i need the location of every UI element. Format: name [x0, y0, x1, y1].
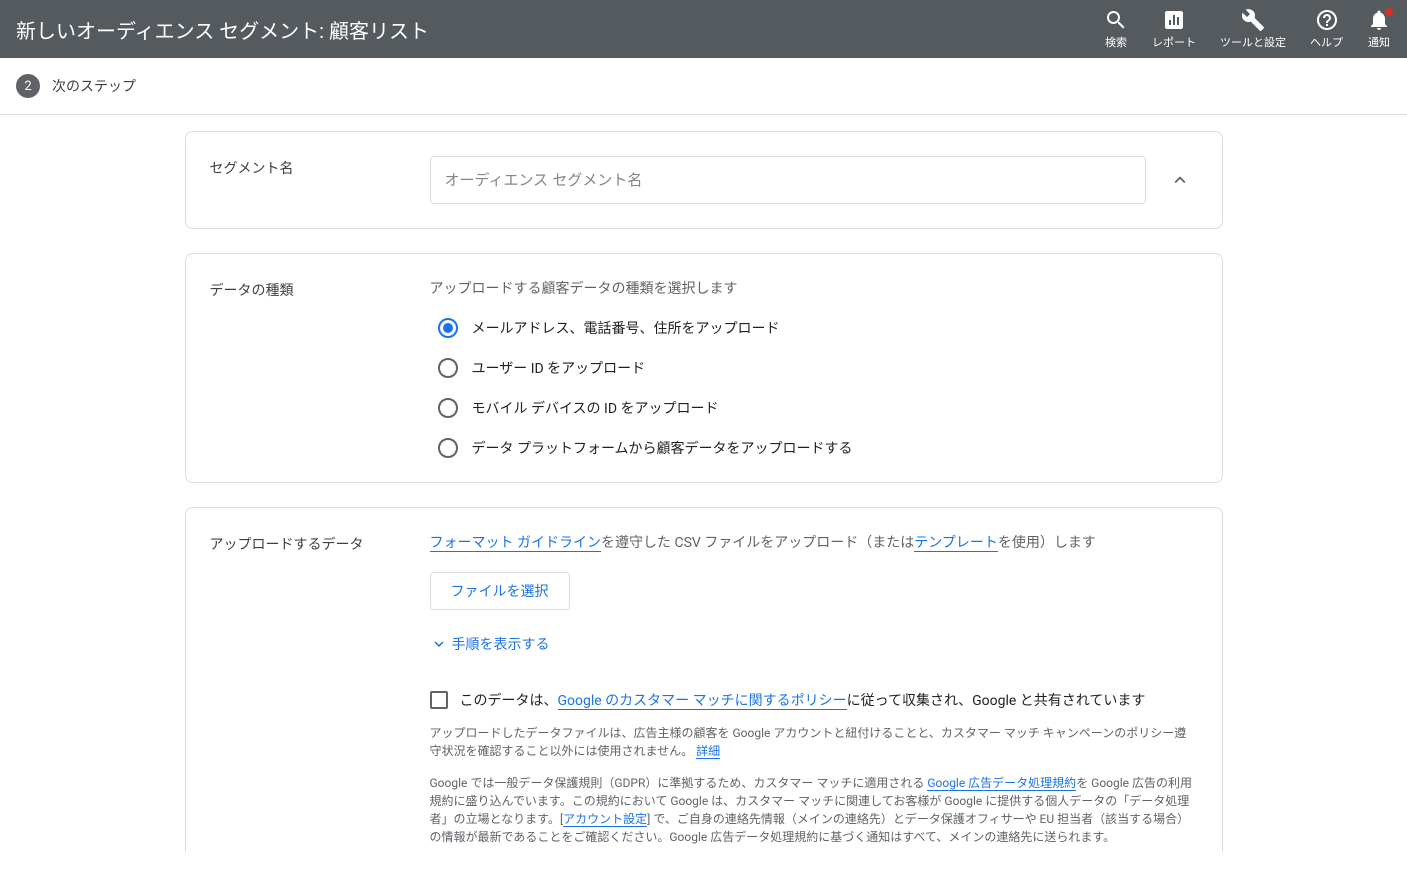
card-data-type: データの種類 アップロードする顧客データの種類を選択します メールアドレス、電話… — [185, 253, 1223, 483]
upload-description: フォーマット ガイドラインを遵守した CSV ファイルをアップロード（またはテン… — [430, 532, 1198, 552]
radio-icon — [438, 318, 458, 338]
header-action-label: 検索 — [1105, 34, 1127, 50]
chevron-down-icon — [430, 635, 448, 653]
tools-icon — [1241, 8, 1265, 32]
segment-name-label: セグメント名 — [210, 156, 430, 204]
show-steps-toggle[interactable]: 手順を表示する — [430, 634, 1198, 654]
card-segment-name: セグメント名 — [185, 131, 1223, 229]
upload-data-label: アップロードするデータ — [210, 532, 430, 846]
radio-option-user-id[interactable]: ユーザー ID をアップロード — [438, 358, 1198, 378]
data-type-radio-group: メールアドレス、電話番号、住所をアップロード ユーザー ID をアップロード モ… — [430, 318, 1198, 458]
header-action-label: レポート — [1152, 34, 1196, 50]
radio-label: ユーザー ID をアップロード — [472, 358, 646, 378]
policy-checkbox[interactable] — [430, 691, 448, 709]
radio-option-contact-info[interactable]: メールアドレス、電話番号、住所をアップロード — [438, 318, 1198, 338]
template-link[interactable]: テンプレート — [914, 535, 998, 552]
radio-label: データ プラットフォームから顧客データをアップロードする — [472, 438, 853, 458]
header-action-search[interactable]: 検索 — [1104, 8, 1128, 50]
help-icon — [1315, 8, 1339, 32]
chevron-up-icon — [1169, 169, 1191, 191]
fine-print-1: アップロードしたデータファイルは、広告主様の顧客を Google アカウントと紐… — [430, 724, 1198, 760]
header-action-label: 通知 — [1368, 34, 1390, 50]
account-settings-link[interactable]: アカウント設定 — [563, 812, 647, 827]
header-action-label: ヘルプ — [1310, 34, 1343, 50]
page-title: 新しいオーディエンス セグメント: 顧客リスト — [16, 15, 429, 44]
app-header: 新しいオーディエンス セグメント: 顧客リスト 検索 レポート ツールと設定 ヘ… — [0, 0, 1407, 58]
policy-checkbox-label: このデータは、Google のカスタマー マッチに関するポリシーに従って収集され… — [460, 690, 1146, 710]
header-action-tools[interactable]: ツールと設定 — [1220, 8, 1286, 50]
step-label: 次のステップ — [52, 76, 136, 96]
data-processing-terms-link[interactable]: Google 広告データ処理規約 — [927, 776, 1076, 791]
choose-file-button[interactable]: ファイルを選択 — [430, 572, 570, 610]
notification-badge — [1383, 6, 1395, 18]
radio-icon — [438, 398, 458, 418]
policy-checkbox-row: このデータは、Google のカスタマー マッチに関するポリシーに従って収集され… — [430, 690, 1198, 710]
radio-icon — [438, 358, 458, 378]
step-number-badge: 2 — [16, 74, 40, 98]
data-type-label: データの種類 — [210, 278, 430, 458]
header-action-label: ツールと設定 — [1220, 34, 1286, 50]
segment-name-input[interactable] — [430, 156, 1146, 204]
header-action-help[interactable]: ヘルプ — [1310, 8, 1343, 50]
fine-print-2: Google では一般データ保護規則（GDPR）に準拠するため、カスタマー マッ… — [430, 774, 1198, 846]
customer-match-policy-link[interactable]: Google のカスタマー マッチに関するポリシー — [558, 693, 847, 710]
learn-more-link[interactable]: 詳細 — [696, 744, 720, 759]
data-type-subtitle: アップロードする顧客データの種類を選択します — [430, 278, 1198, 298]
report-icon — [1162, 8, 1186, 32]
header-action-notifications[interactable]: 通知 — [1367, 8, 1391, 50]
radio-label: メールアドレス、電話番号、住所をアップロード — [472, 318, 780, 338]
radio-icon — [438, 438, 458, 458]
radio-label: モバイル デバイスの ID をアップロード — [472, 398, 719, 418]
radio-option-data-platform[interactable]: データ プラットフォームから顧客データをアップロードする — [438, 438, 1198, 458]
card-upload-data: アップロードするデータ フォーマット ガイドラインを遵守した CSV ファイルを… — [185, 507, 1223, 852]
radio-option-mobile-id[interactable]: モバイル デバイスの ID をアップロード — [438, 398, 1198, 418]
header-actions: 検索 レポート ツールと設定 ヘルプ 通知 — [1104, 8, 1391, 50]
wizard-step-bar: 2 次のステップ — [0, 58, 1407, 115]
show-steps-label: 手順を表示する — [452, 634, 550, 654]
header-action-reports[interactable]: レポート — [1152, 8, 1196, 50]
search-icon — [1104, 8, 1128, 32]
format-guidelines-link[interactable]: フォーマット ガイドライン — [430, 535, 601, 552]
collapse-toggle[interactable] — [1162, 169, 1198, 191]
content-area: セグメント名 データの種類 アップロードする顧客データの種類を選択します メール… — [185, 115, 1223, 852]
